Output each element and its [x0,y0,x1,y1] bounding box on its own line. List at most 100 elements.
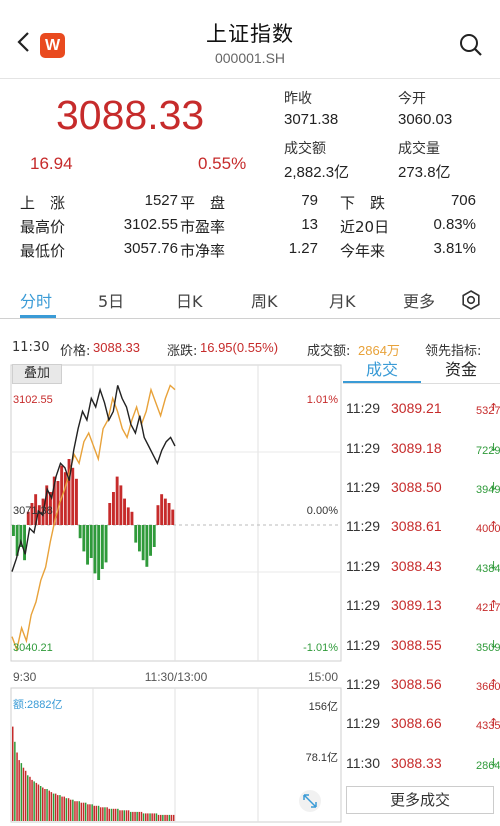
trade-direction-icon: ↑ [489,519,499,532]
flow-bar [56,481,60,525]
trade-row: 11:293088.553509万↓ [346,637,500,657]
flow-bar [160,494,164,525]
amount-axis-max: 156亿 [309,700,338,713]
stat-label: 今年来 [340,242,386,260]
amount-bar [48,790,50,821]
trade-price: 3088.56 [391,676,442,692]
flow-bar [145,525,149,567]
trade-row: 11:293089.215327万↑ [346,400,500,420]
trade-direction-icon: ↓ [489,480,499,493]
settings-gear-icon[interactable] [461,290,481,310]
trade-price: 3088.55 [391,637,442,653]
amount-bar [157,814,160,821]
trade-time: 11:29 [346,479,380,495]
flow-bar [115,476,119,525]
amount-bar [50,792,53,821]
expand-icon[interactable] [299,790,321,812]
amount-bar [149,813,151,821]
amount-bar [35,782,38,821]
trade-price: 3089.18 [391,440,442,456]
trade-time: 11:29 [346,597,380,613]
intraday-chart[interactable]: 3102.55 3071.38 3040.21 1.01% 0.00% -1.0… [10,363,343,823]
amount-bar [140,811,143,821]
y-axis-mid: 3071.38 [13,505,53,517]
amount-bar [112,808,115,821]
flow-bar [63,472,67,525]
tab-more[interactable]: 更多 [403,288,435,312]
more-trades-button[interactable]: 更多成交 [346,786,494,814]
amount-bar [74,801,76,821]
time-axis-start: 9:30 [13,670,37,684]
tab-monthly-k[interactable]: 月K [329,288,356,312]
trade-time: 11:29 [346,400,380,416]
info-time: 11:30 [12,340,50,355]
prev-close-label: 昨收 [284,91,312,107]
volume-label: 成交量 [398,141,440,157]
time-axis-mid: 11:30/13:00 [145,670,208,684]
info-change: 16.95(0.55%) [200,340,279,355]
amount-bar [147,813,149,821]
stat-label: 近20日 [340,218,390,236]
flow-bar [108,503,112,525]
info-price: 3088.33 [93,340,140,355]
amount-bar [164,814,166,821]
trade-price: 3088.61 [391,518,442,534]
flow-bar [89,525,93,558]
tab-weekly-k[interactable]: 周K [251,288,278,312]
tab-trades[interactable]: 成交 [343,357,421,384]
flow-bar [97,525,101,580]
amount-bar [37,784,40,821]
current-price: 3088.33 [56,92,205,138]
amount-bar [27,775,29,821]
stat-label: 市净率 [180,242,226,260]
tabs-divider [0,318,500,319]
amount-bar [76,801,78,821]
tab-funds[interactable]: 资金 [422,357,500,384]
amount-bar [57,795,59,821]
tab-daily-k[interactable]: 日K [176,288,203,312]
trade-row: 11:293088.434384万↓ [346,558,500,578]
amount-bar [24,770,27,821]
stat-value: 79 [301,192,318,209]
header-divider [0,78,500,79]
flow-bar [112,492,115,525]
amount-bar [130,811,132,821]
overlay-button[interactable]: 叠加 [12,364,62,384]
amount-bar [22,767,25,821]
trade-price: 3088.33 [391,755,442,771]
amount-bar [99,807,102,821]
trade-direction-icon: ↑ [489,677,499,690]
price-change-pct: 0.55% [198,154,247,173]
tab-5day[interactable]: 5日 [98,288,124,312]
open-value: 3060.03 [398,111,453,128]
amount-bar [16,752,18,821]
flow-bar [75,478,78,525]
amount-label: 额:2882亿 [13,698,63,711]
amount-bar [142,813,145,821]
amount-bar [20,763,23,821]
amount-bar [67,798,70,821]
pct-axis-low: -1.01% [303,642,338,654]
trade-direction-icon: ↓ [489,441,499,454]
amount-bar [80,802,83,821]
amount-bar [97,805,100,821]
pct-axis-high: 1.01% [307,394,338,406]
flow-bar [100,525,104,569]
amount-bar [12,726,14,821]
flow-bar [130,511,134,525]
stat-label: 上 涨 [20,194,66,212]
volume-block: 成交量 273.8亿 [398,138,451,182]
pct-axis-mid: 0.00% [307,505,338,517]
y-axis-high: 3102.55 [13,394,53,406]
info-price-label: 价格: [60,344,91,359]
search-icon[interactable] [458,32,484,58]
trade-time: 11:29 [346,637,380,653]
flow-bar [82,525,86,552]
trade-direction-icon: ↓ [489,559,499,572]
amount-bar [110,808,113,821]
stats-row: 最高价 3102.55 市盈率 13 近20日 0.83% [20,216,482,240]
tab-intraday[interactable]: 分时 [20,288,52,312]
app-header: W 上证指数 000001.SH [0,0,500,78]
amount-bar [145,813,147,821]
stats-row: 最低价 3057.76 市净率 1.27 今年来 3.81% [20,240,482,264]
